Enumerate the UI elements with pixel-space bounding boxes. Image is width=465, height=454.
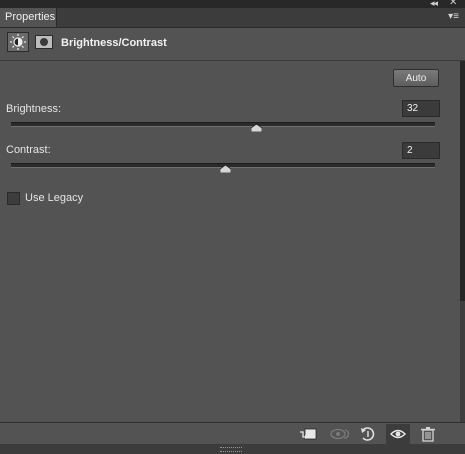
resize-grip-icon[interactable]	[220, 447, 242, 452]
top-strip: ◂◂ ✕	[0, 0, 465, 8]
brightness-slider-thumb[interactable]	[251, 124, 263, 132]
panel-menu-icon[interactable]: ▾≡	[448, 11, 459, 23]
brightness-slider-track[interactable]	[11, 122, 435, 127]
contrast-slider-thumb[interactable]	[219, 165, 231, 173]
brightness-value-field[interactable]: 32	[402, 100, 440, 117]
reset-icon[interactable]	[360, 426, 376, 442]
brightness-sun-icon[interactable]	[7, 32, 29, 52]
contrast-label: Contrast:	[6, 144, 51, 156]
sun-glyph	[10, 34, 26, 50]
footer-toolbar	[0, 422, 465, 445]
use-legacy-checkbox[interactable]	[7, 192, 20, 205]
resize-strip	[0, 444, 465, 454]
adjustment-header: Brightness/Contrast	[0, 28, 465, 61]
adjustment-title: Brightness/Contrast	[61, 37, 167, 49]
scrollbar-thumb[interactable]	[460, 61, 465, 301]
collapse-icon[interactable]: ◂◂	[430, 0, 438, 8]
clip-to-layer-icon[interactable]	[299, 426, 317, 442]
view-previous-state-icon[interactable]	[330, 426, 350, 442]
tab-bar: Properties ▾≡	[0, 8, 465, 28]
auto-button[interactable]: Auto	[393, 69, 439, 87]
close-icon[interactable]: ✕	[449, 0, 457, 8]
properties-content: Auto Brightness: 32 Contrast: 2 Use Lega…	[0, 61, 460, 422]
layer-mask-icon[interactable]	[35, 35, 53, 49]
contrast-value-field[interactable]: 2	[402, 142, 440, 159]
visibility-eye-icon[interactable]	[386, 424, 410, 444]
use-legacy-label: Use Legacy	[25, 192, 84, 204]
trash-icon[interactable]	[420, 426, 436, 442]
brightness-label: Brightness:	[6, 103, 62, 115]
tab-properties[interactable]: Properties	[0, 8, 57, 27]
